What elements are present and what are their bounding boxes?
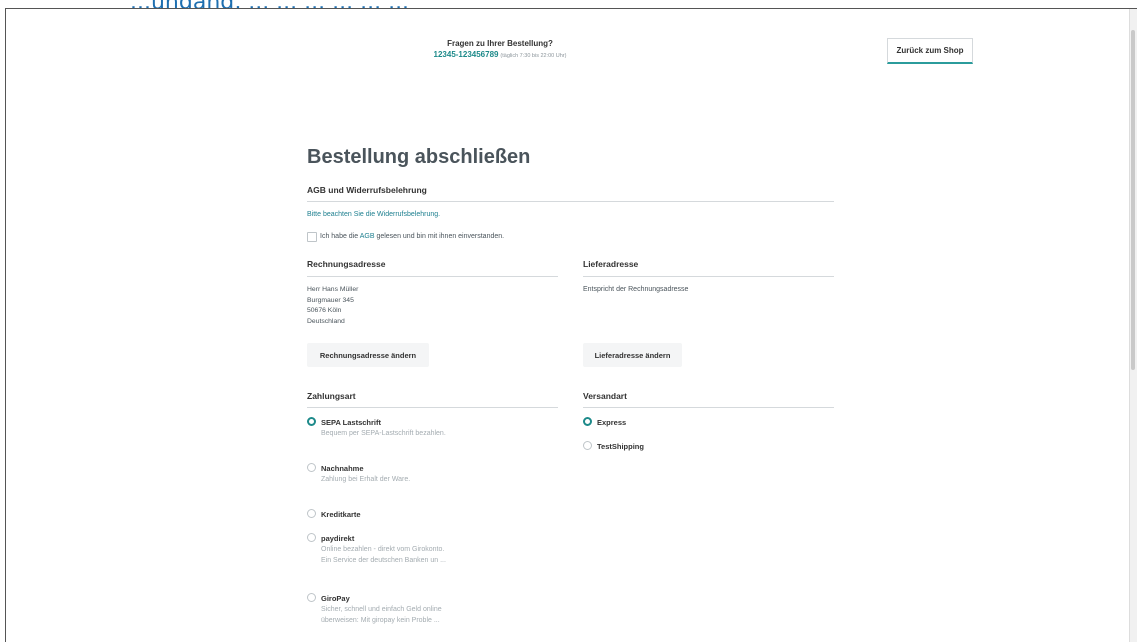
- revocation-notice-link[interactable]: Bitte beachten Sie die Widerrufsbelehrun…: [307, 211, 440, 218]
- payment-option-label[interactable]: Kreditkarte: [321, 510, 361, 519]
- page-title: Bestellung abschließen: [307, 146, 531, 168]
- change-shipping-address-button[interactable]: Lieferadresse ändern: [583, 343, 682, 367]
- shipping-method-divider: [583, 407, 834, 408]
- help-contact: Fragen zu Ihrer Bestellung? 12345-123456…: [430, 39, 570, 59]
- agb-checkbox[interactable]: [307, 232, 317, 242]
- billing-heading: Rechnungsadresse: [307, 259, 386, 269]
- payment-divider: [307, 407, 558, 408]
- payment-option-label[interactable]: paydirekt: [321, 534, 354, 543]
- billing-line: 50676 Köln: [307, 307, 342, 314]
- shipping-option-label[interactable]: TestShipping: [597, 442, 644, 451]
- shipping-option-label[interactable]: Express: [597, 418, 626, 427]
- shipping-address-divider: [583, 276, 834, 277]
- agb-divider: [307, 201, 834, 202]
- agb-label-after: gelesen und bin mit ihnen einverstanden.: [374, 233, 505, 240]
- top-banner-text: ...ungang, ... ... ... ... ... ...: [130, 0, 409, 8]
- payment-option-desc: Bequem per SEPA-Lastschrift bezahlen.: [321, 430, 446, 437]
- payment-radio-nachnahme[interactable]: [307, 463, 316, 472]
- payment-option-desc: überweisen: Mit giropay kein Proble ...: [321, 617, 440, 624]
- change-billing-address-button[interactable]: Rechnungsadresse ändern: [307, 343, 429, 367]
- billing-line: Herr Hans Müller: [307, 286, 359, 293]
- back-to-shop-button[interactable]: Zurück zum Shop: [887, 38, 973, 64]
- agb-link[interactable]: AGB: [360, 233, 375, 240]
- payment-radio-paydirekt[interactable]: [307, 533, 316, 542]
- billing-line: Burgmauer 345: [307, 296, 354, 304]
- payment-radio-giropay[interactable]: [307, 593, 316, 602]
- shipping-radio-express[interactable]: [583, 417, 592, 426]
- billing-line: Deutschland: [307, 317, 345, 325]
- payment-option-desc: Ein Service der deutschen Banken un ...: [321, 557, 446, 564]
- payment-heading: Zahlungsart: [307, 391, 356, 401]
- agb-label-before: Ich habe die: [320, 233, 360, 240]
- window-border-left: [5, 8, 6, 642]
- shipping-radio-testshipping[interactable]: [583, 441, 592, 450]
- payment-option-label[interactable]: Nachnahme: [321, 464, 364, 473]
- agb-checkbox-label[interactable]: Ich habe die AGB gelesen und bin mit ihn…: [320, 233, 504, 240]
- payment-option-desc: Online bezahlen - direkt vom Girokonto.: [321, 546, 445, 553]
- window-border-top: [5, 8, 1137, 9]
- billing-divider: [307, 276, 558, 277]
- payment-option-label[interactable]: GiroPay: [321, 594, 350, 603]
- payment-radio-sepa[interactable]: [307, 417, 316, 426]
- payment-option-desc: Sicher, schnell und einfach Geld online: [321, 606, 442, 613]
- payment-option-label[interactable]: SEPA Lastschrift: [321, 418, 381, 427]
- agb-heading: AGB und Widerrufsbelehrung: [307, 185, 427, 195]
- scrollbar-thumb[interactable]: [1131, 30, 1135, 370]
- shipping-address-text: Entspricht der Rechnungsadresse: [583, 286, 689, 293]
- payment-radio-kreditkarte[interactable]: [307, 509, 316, 518]
- help-contact-line: 12345-123456789 (täglich 7:30 bis 22:00 …: [430, 50, 570, 59]
- help-question: Fragen zu Ihrer Bestellung?: [447, 39, 553, 48]
- shipping-address-heading: Lieferadresse: [583, 259, 639, 269]
- help-phone[interactable]: 12345-123456789: [434, 50, 499, 59]
- payment-option-desc: Zahlung bei Erhalt der Ware.: [321, 476, 411, 483]
- billing-address: Herr Hans Müller Burgmauer 345 50676 Köl…: [307, 285, 358, 327]
- help-hours: (täglich 7:30 bis 22:00 Uhr): [500, 53, 567, 59]
- top-banner: ...ungang, ... ... ... ... ... ...: [0, 0, 1137, 8]
- shipping-method-heading: Versandart: [583, 391, 627, 401]
